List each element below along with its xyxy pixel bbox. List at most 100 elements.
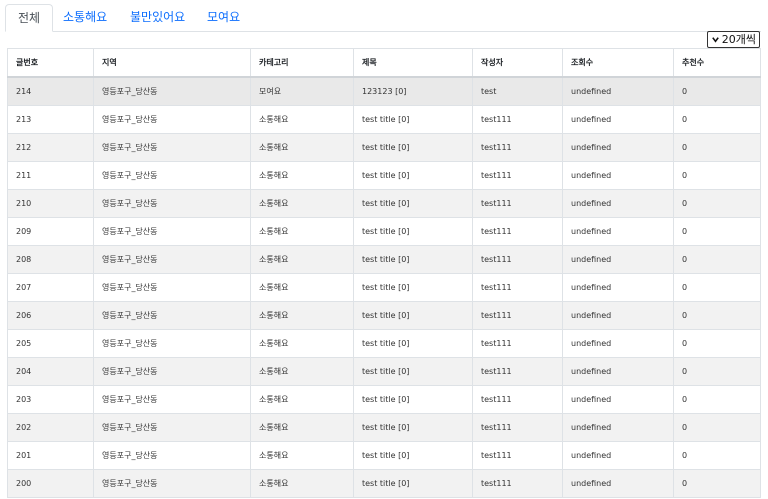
cell-views: undefined [562, 105, 674, 134]
cell-category: 소통해요 [250, 357, 354, 386]
table-row[interactable]: 206 영등포구_당산동 소통해요 test title [0] test111 unde… [7, 301, 761, 330]
header-title: 제목 [353, 48, 473, 78]
cell-author: test111 [472, 245, 563, 274]
cell-title[interactable]: test title [0] [353, 217, 473, 246]
header-region: 지역 [93, 48, 251, 78]
cell-title[interactable]: test title [0] [353, 441, 473, 470]
header-recommendations: 추천수 [673, 48, 761, 78]
table-row[interactable]: 202 영등포구_당산동 소통해요 test title [0] test111 unde… [7, 413, 761, 442]
cell-views: undefined [562, 245, 674, 274]
cell-category: 소통해요 [250, 105, 354, 134]
tab-communicate[interactable]: 소통해요 [51, 4, 119, 31]
cell-region: 영등포구_당산동 [93, 273, 251, 302]
table-row[interactable]: 205 영등포구_당산동 소통해요 test title [0] test111 unde… [7, 329, 761, 358]
cell-recommendations: 0 [673, 329, 761, 358]
tab-all[interactable]: 전체 [5, 4, 54, 32]
cell-category: 소통해요 [250, 245, 354, 274]
cell-region: 영등포구_당산동 [93, 329, 251, 358]
cell-recommendations: 0 [673, 217, 761, 246]
header-views: 조회수 [562, 48, 674, 78]
table-row[interactable]: 204 영등포구_당산동 소통해요 test title [0] test111 unde… [7, 357, 761, 386]
cell-recommendations: 0 [673, 357, 761, 386]
cell-views: undefined [562, 329, 674, 358]
cell-title[interactable]: test title [0] [353, 301, 473, 330]
cell-region: 영등포구_당산동 [93, 189, 251, 218]
table-row[interactable]: 200 영등포구_당산동 소통해요 test title [0] test111 unde… [7, 469, 761, 498]
cell-title[interactable]: test title [0] [353, 245, 473, 274]
cell-author: test111 [472, 441, 563, 470]
cell-author: test111 [472, 217, 563, 246]
cell-title[interactable]: test title [0] [353, 189, 473, 218]
posts-table: 글번호 지역 카테고리 제목 작성자 조회수 추천수 214 영등포구_당산동 모여… [7, 48, 761, 498]
cell-title[interactable]: 123123 [0] [353, 76, 473, 106]
cell-recommendations: 0 [673, 273, 761, 302]
cell-title[interactable]: test title [0] [353, 133, 473, 162]
table-header-row: 글번호 지역 카테고리 제목 작성자 조회수 추천수 [7, 48, 761, 78]
tab-gather[interactable]: 모여요 [195, 4, 252, 31]
cell-views: undefined [562, 161, 674, 190]
cell-region: 영등포구_당산동 [93, 441, 251, 470]
cell-title[interactable]: test title [0] [353, 273, 473, 302]
table-row[interactable]: 208 영등포구_당산동 소통해요 test title [0] test111 unde… [7, 245, 761, 274]
cell-post-number: 201 [7, 441, 94, 470]
table-row[interactable]: 201 영등포구_당산동 소통해요 test title [0] test111 unde… [7, 441, 761, 470]
cell-title[interactable]: test title [0] [353, 105, 473, 134]
cell-views: undefined [562, 469, 674, 498]
table-row[interactable]: 203 영등포구_당산동 소통해요 test title [0] test111 unde… [7, 385, 761, 414]
cell-views: undefined [562, 385, 674, 414]
table-row[interactable]: 209 영등포구_당산동 소통해요 test title [0] test111 unde… [7, 217, 761, 246]
cell-title[interactable]: test title [0] [353, 413, 473, 442]
cell-recommendations: 0 [673, 189, 761, 218]
page-size-label: 20개씩 [721, 33, 756, 46]
cell-views: undefined [562, 301, 674, 330]
cell-author: test111 [472, 133, 563, 162]
cell-recommendations: 0 [673, 245, 761, 274]
cell-category: 소통해요 [250, 161, 354, 190]
cell-views: undefined [562, 441, 674, 470]
cell-recommendations: 0 [673, 385, 761, 414]
table-row[interactable]: 212 영등포구_당산동 소통해요 test title [0] test111 unde… [7, 133, 761, 162]
cell-category: 소통해요 [250, 329, 354, 358]
table-row[interactable]: 214 영등포구_당산동 모여요 123123 [0] test undefined 0 [7, 76, 761, 106]
cell-post-number: 206 [7, 301, 94, 330]
table-row[interactable]: 211 영등포구_당산동 소통해요 test title [0] test111 unde… [7, 161, 761, 190]
category-tabs: 전체 소통해요 불만있어요 모여요 [5, 4, 761, 32]
cell-post-number: 205 [7, 329, 94, 358]
cell-post-number: 211 [7, 161, 94, 190]
cell-author: test111 [472, 357, 563, 386]
cell-title[interactable]: test title [0] [353, 357, 473, 386]
cell-category: 소통해요 [250, 441, 354, 470]
cell-post-number: 204 [7, 357, 94, 386]
table-row[interactable]: 213 영등포구_당산동 소통해요 test title [0] test111 unde… [7, 105, 761, 134]
cell-category: 소통해요 [250, 273, 354, 302]
cell-post-number: 203 [7, 385, 94, 414]
header-category: 카테고리 [250, 48, 354, 78]
cell-recommendations: 0 [673, 413, 761, 442]
cell-title[interactable]: test title [0] [353, 161, 473, 190]
cell-recommendations: 0 [673, 105, 761, 134]
table-row[interactable]: 207 영등포구_당산동 소통해요 test title [0] test111 unde… [7, 273, 761, 302]
cell-author: test111 [472, 105, 563, 134]
cell-author: test111 [472, 329, 563, 358]
cell-recommendations: 0 [673, 76, 761, 106]
cell-title[interactable]: test title [0] [353, 385, 473, 414]
page-size-select[interactable]: 20개씩 [706, 31, 760, 48]
cell-views: undefined [562, 189, 674, 218]
tab-complaints[interactable]: 불만있어요 [118, 4, 197, 31]
chevron-down-icon [711, 37, 719, 43]
cell-post-number: 207 [7, 273, 94, 302]
cell-author: test111 [472, 385, 563, 414]
cell-region: 영등포구_당산동 [93, 301, 251, 330]
cell-recommendations: 0 [673, 161, 761, 190]
header-author: 작성자 [472, 48, 563, 78]
cell-title[interactable]: test title [0] [353, 329, 473, 358]
cell-category: 소통해요 [250, 469, 354, 498]
cell-author: test [472, 76, 563, 106]
table-row[interactable]: 210 영등포구_당산동 소통해요 test title [0] test111 unde… [7, 189, 761, 218]
cell-region: 영등포구_당산동 [93, 105, 251, 134]
cell-region: 영등포구_당산동 [93, 357, 251, 386]
header-post-number: 글번호 [7, 48, 94, 78]
cell-views: undefined [562, 76, 674, 106]
cell-title[interactable]: test title [0] [353, 469, 473, 498]
cell-region: 영등포구_당산동 [93, 245, 251, 274]
